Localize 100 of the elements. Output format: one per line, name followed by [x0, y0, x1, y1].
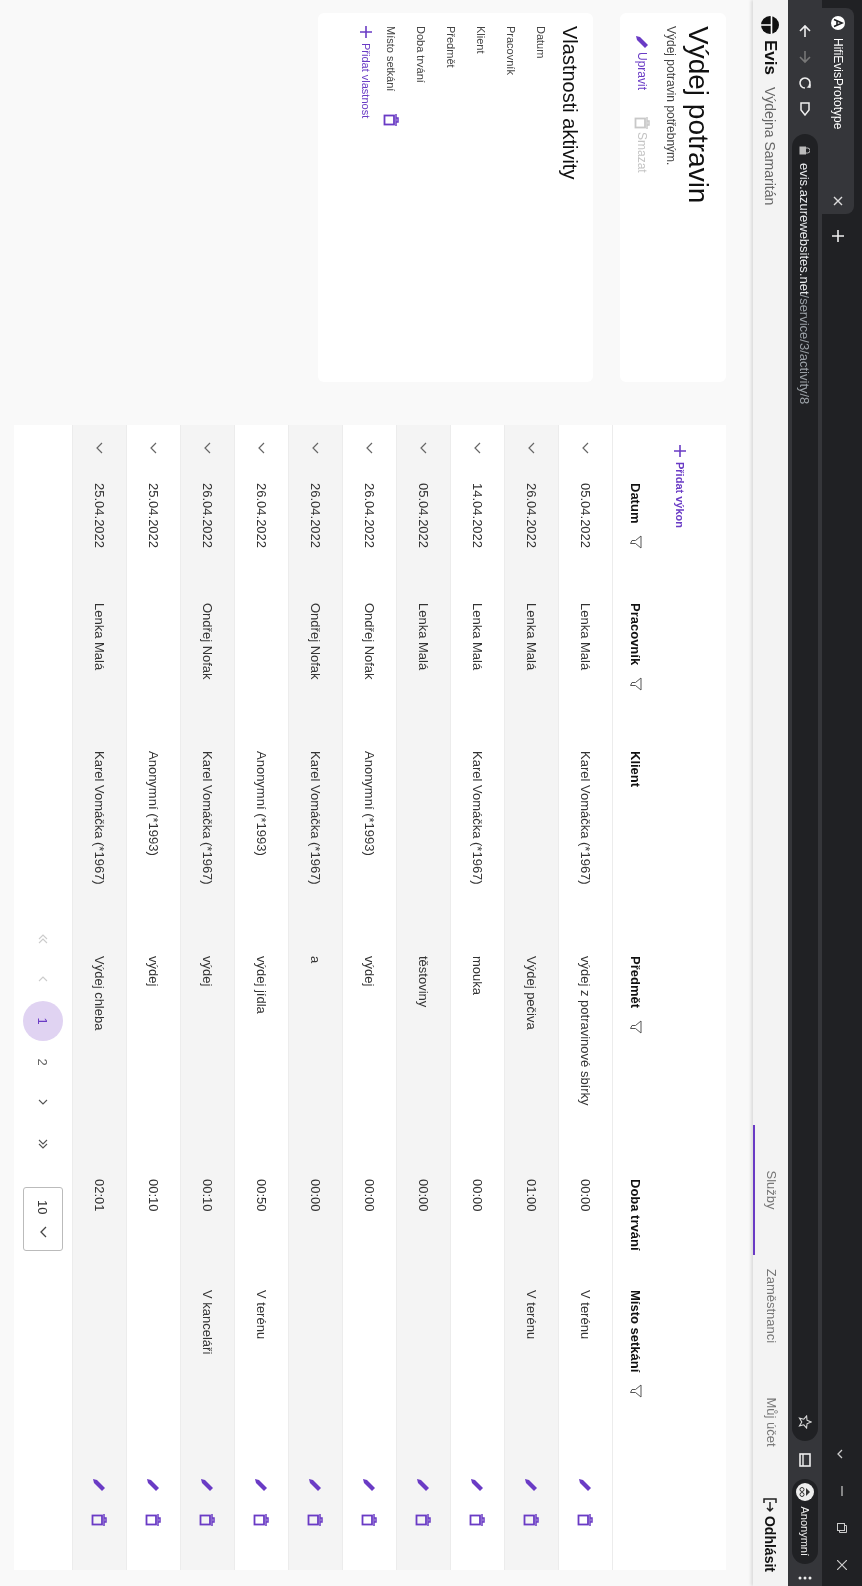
filter-icon[interactable]: [629, 677, 643, 692]
address-bar[interactable]: evis.azurewebsites.net/service/3/activity/8: [792, 134, 818, 1442]
add-property-link[interactable]: Přidat vlastnost: [360, 26, 372, 119]
column-header[interactable]: Doba trvání: [628, 1179, 644, 1251]
restore-icon[interactable]: [837, 1523, 847, 1533]
more-menu-icon[interactable]: [798, 1576, 812, 1580]
url-text: evis.azurewebsites.net/service/3/activity/8: [797, 163, 813, 405]
pencil-icon[interactable]: [415, 1477, 432, 1493]
column-header[interactable]: Místo setkání: [628, 1290, 644, 1373]
property-label: Klient: [475, 26, 487, 54]
chevron-down-icon[interactable]: [95, 442, 104, 454]
trash-icon[interactable]: [307, 1513, 324, 1527]
pencil-icon[interactable]: [91, 1477, 108, 1493]
table-cell: 00:00: [308, 1179, 323, 1212]
table-cell: 26.04.2022: [362, 483, 377, 549]
activity-description: Výdej potravin potřebným.: [664, 26, 678, 168]
chevron-down-icon: [39, 1226, 47, 1239]
trash-icon[interactable]: [253, 1513, 270, 1527]
table-cell: Lenka Malá: [524, 603, 539, 671]
browser-tab[interactable]: HifiEvisPrototype: [822, 8, 854, 214]
trash-icon[interactable]: [91, 1513, 108, 1527]
chevron-down-icon[interactable]: [527, 442, 536, 454]
table-cell: Ondřej Nofak: [362, 603, 377, 680]
close-icon[interactable]: [833, 196, 843, 206]
chevron-down-icon[interactable]: [311, 442, 320, 454]
activity-title: Výdej potravin: [682, 26, 714, 206]
nav-tab[interactable]: Služby: [753, 1125, 788, 1255]
share-icon[interactable]: [798, 102, 812, 116]
property-label: Doba trvání: [415, 26, 427, 83]
chevron-down-icon[interactable]: [149, 442, 158, 454]
logout-icon: [762, 1497, 779, 1513]
filter-icon[interactable]: [629, 1384, 643, 1399]
new-tab-icon[interactable]: [832, 230, 844, 242]
chevron-down-icon[interactable]: [581, 442, 590, 454]
reload-icon[interactable]: [798, 76, 812, 90]
table-cell: Výdej chleba: [92, 956, 107, 1031]
pencil-icon[interactable]: [469, 1477, 486, 1493]
trash-icon[interactable]: [145, 1513, 162, 1527]
last-page-icon[interactable]: [38, 1138, 48, 1150]
service-name: Výdejna Samaritán: [762, 87, 779, 206]
table-cell: 00:00: [578, 1179, 593, 1212]
chevron-down-icon[interactable]: [473, 442, 482, 454]
page-button[interactable]: 1: [23, 1001, 63, 1041]
pencil-icon[interactable]: [145, 1477, 162, 1493]
add-record-link[interactable]: Přidat výkon: [674, 445, 686, 529]
pencil-icon[interactable]: [253, 1477, 270, 1493]
trash-icon[interactable]: [199, 1513, 216, 1527]
filter-icon[interactable]: [629, 535, 643, 550]
pencil-icon[interactable]: [361, 1477, 378, 1493]
table-cell: V terénu: [254, 1290, 269, 1340]
trash-icon[interactable]: [577, 1513, 594, 1527]
table-cell: Karel Vomáčka (*1967): [200, 751, 215, 885]
chevron-down-icon[interactable]: [365, 442, 374, 454]
table-cell: 00:10: [146, 1179, 161, 1212]
table-cell: Lenka Malá: [578, 603, 593, 671]
table-cell: těstoviny: [416, 956, 431, 1008]
pencil-icon[interactable]: [523, 1477, 540, 1493]
trash-icon[interactable]: [523, 1513, 540, 1527]
trash-icon[interactable]: [383, 113, 399, 128]
table-cell: 26.04.2022: [524, 483, 539, 549]
edit-button[interactable]: Upravit: [634, 34, 650, 90]
table-cell: Ondřej Nofak: [200, 603, 215, 680]
trash-icon[interactable]: [469, 1513, 486, 1527]
pencil-icon[interactable]: [577, 1477, 594, 1493]
property-label: Pracovník: [505, 26, 517, 75]
page-button[interactable]: 2: [23, 1042, 63, 1082]
tab-title: HifiEvisPrototype: [831, 38, 845, 132]
trash-icon[interactable]: [361, 1513, 378, 1527]
table-cell: V terénu: [578, 1290, 593, 1340]
table-cell: 25.04.2022: [146, 483, 161, 549]
profile-button[interactable]: Anonymní: [792, 1479, 818, 1564]
brand-name: Evis: [760, 40, 781, 75]
side-panel-icon[interactable]: [799, 1453, 811, 1468]
trash-icon: [634, 116, 650, 130]
column-header[interactable]: Předmět: [628, 956, 644, 1009]
chevron-down-icon[interactable]: [419, 442, 428, 454]
logo-icon: [761, 16, 780, 34]
chevron-down-icon[interactable]: [203, 442, 212, 454]
column-header[interactable]: Pracovník: [628, 603, 644, 666]
table-cell: 01:00: [524, 1179, 539, 1212]
trash-icon[interactable]: [415, 1513, 432, 1527]
table-cell: 02:01: [92, 1179, 107, 1212]
logout-link[interactable]: Odhlásit: [762, 1497, 779, 1572]
pencil-icon[interactable]: [307, 1477, 324, 1493]
table-cell: výdej jídla: [254, 956, 269, 1014]
column-header[interactable]: Datum: [628, 483, 644, 524]
star-icon[interactable]: [798, 1415, 812, 1430]
pencil-icon[interactable]: [634, 34, 650, 50]
table-cell: 25.04.2022: [92, 483, 107, 549]
back-arrow-icon[interactable]: [798, 24, 812, 38]
column-header[interactable]: Klient: [628, 751, 644, 788]
app-logo-icon: [831, 16, 845, 30]
page-size-select[interactable]: 10: [23, 1187, 63, 1252]
table-cell: 00:00: [362, 1179, 377, 1212]
plus-icon: [360, 26, 372, 38]
close-icon[interactable]: [837, 1560, 847, 1570]
pencil-icon[interactable]: [199, 1477, 216, 1493]
filter-icon[interactable]: [629, 1020, 643, 1035]
table-cell: V terénu: [524, 1290, 539, 1340]
chevron-down-icon[interactable]: [257, 442, 266, 454]
